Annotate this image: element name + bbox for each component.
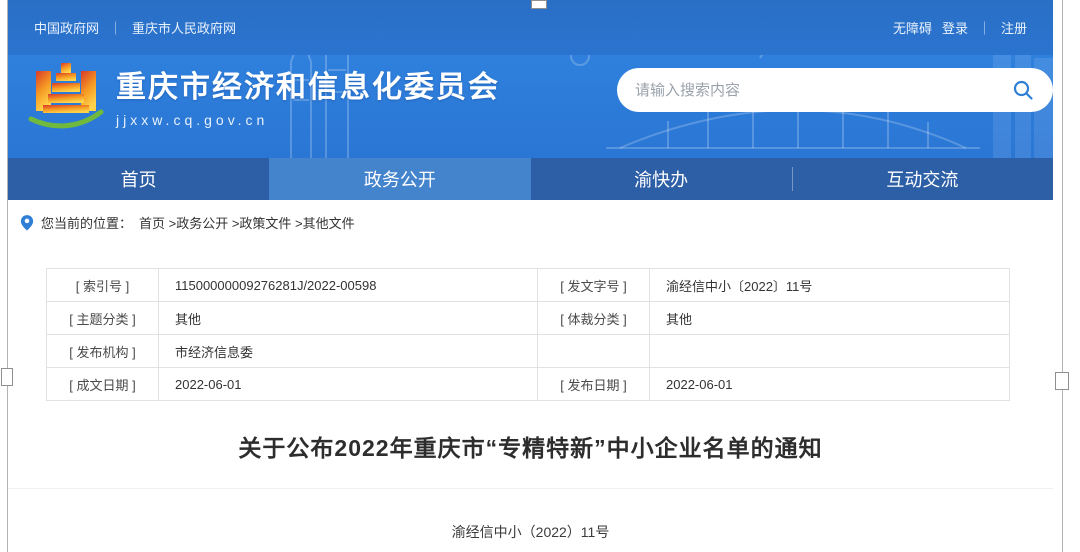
table-row: [ 索引号 ] 11500000009276281J/2022-00598 [ … <box>47 269 1010 302</box>
register-link[interactable]: 注册 <box>1001 18 1027 37</box>
meta-label: [ 发布日期 ] <box>538 368 650 401</box>
nav-tab-yukuaiban[interactable]: 渝快办 <box>531 158 792 200</box>
crop-handle-left[interactable] <box>1 368 13 386</box>
page: 中国政府网 ｜ 重庆市人民政府网 无障碍 登录 ｜ 注册 <box>8 0 1053 542</box>
title-divider <box>8 488 1053 489</box>
location-pin-icon <box>20 214 34 231</box>
link-china-gov[interactable]: 中国政府网 <box>34 18 99 37</box>
main-nav: 首页 政务公开 渝快办 互动交流 <box>8 158 1053 200</box>
meta-value: 2022-06-01 <box>159 368 538 401</box>
nav-tab-government-affairs[interactable]: 政务公开 <box>269 158 530 200</box>
crop-handle-right[interactable] <box>1055 372 1069 390</box>
login-link[interactable]: 登录 <box>942 18 968 37</box>
meta-value: 2022-06-01 <box>650 368 1010 401</box>
meta-value: 市经济信息委 <box>159 335 538 368</box>
meta-label: [ 体裁分类 ] <box>538 302 650 335</box>
nav-tab-interaction[interactable]: 互动交流 <box>792 158 1053 200</box>
meta-label: [ 成文日期 ] <box>47 368 159 401</box>
meta-label: [ 发布机构 ] <box>47 335 159 368</box>
meta-label: [ 索引号 ] <box>47 269 159 302</box>
crop-guide-line-left <box>7 0 8 552</box>
meta-label: [ 发文字号 ] <box>538 269 650 302</box>
top-bar-separator: ｜ <box>109 18 122 37</box>
breadcrumb-prefix: 您当前的位置： <box>41 213 132 232</box>
search-icon <box>1012 79 1034 101</box>
brand-text: 重庆市经济和信息化委员会 jjxxw.cq.gov.cn <box>116 62 500 128</box>
top-bar-right-separator: ｜ <box>978 18 991 37</box>
crop-handle-top[interactable] <box>531 0 547 9</box>
meta-label: [ 主题分类 ] <box>47 302 159 335</box>
article-doc-number: 渝经信中小（2022）11号 <box>8 522 1053 542</box>
link-chongqing-gov[interactable]: 重庆市人民政府网 <box>132 18 236 37</box>
meta-value <box>650 335 1010 368</box>
breadcrumb-path[interactable]: 首页 >政务公开 >政策文件 >其他文件 <box>139 213 355 232</box>
table-row: [ 主题分类 ] 其他 [ 体裁分类 ] 其他 <box>47 302 1010 335</box>
crop-guide-line-right <box>1062 0 1063 552</box>
table-row: [ 发布机构 ] 市经济信息委 <box>47 335 1010 368</box>
search-input[interactable] <box>635 82 1011 99</box>
top-bar-right: 无障碍 登录 ｜ 注册 <box>893 18 1027 37</box>
site-title: 重庆市经济和信息化委员会 <box>116 62 500 106</box>
search-box <box>617 68 1053 112</box>
meta-label <box>538 335 650 368</box>
accessibility-link[interactable]: 无障碍 <box>893 18 932 37</box>
brand[interactable]: 重庆市经济和信息化委员会 jjxxw.cq.gov.cn <box>28 57 500 133</box>
meta-value: 11500000009276281J/2022-00598 <box>159 269 538 302</box>
meta-value: 其他 <box>650 302 1010 335</box>
site-url: jjxxw.cq.gov.cn <box>116 112 500 128</box>
site-logo-icon <box>28 57 104 133</box>
doc-meta-table: [ 索引号 ] 11500000009276281J/2022-00598 [ … <box>46 268 1010 401</box>
site-header: 重庆市经济和信息化委员会 jjxxw.cq.gov.cn <box>8 55 1053 158</box>
page-title: 关于公布2022年重庆市“专精特新”中小企业名单的通知 <box>8 429 1053 463</box>
meta-value: 渝经信中小〔2022〕11号 <box>650 269 1010 302</box>
meta-value: 其他 <box>159 302 538 335</box>
breadcrumb: 您当前的位置： 首页 >政务公开 >政策文件 >其他文件 <box>20 213 1053 232</box>
nav-tab-home[interactable]: 首页 <box>8 158 269 200</box>
top-bar-left: 中国政府网 ｜ 重庆市人民政府网 <box>34 18 236 37</box>
table-row: [ 成文日期 ] 2022-06-01 [ 发布日期 ] 2022-06-01 <box>47 368 1010 401</box>
search-button[interactable] <box>1011 78 1035 102</box>
